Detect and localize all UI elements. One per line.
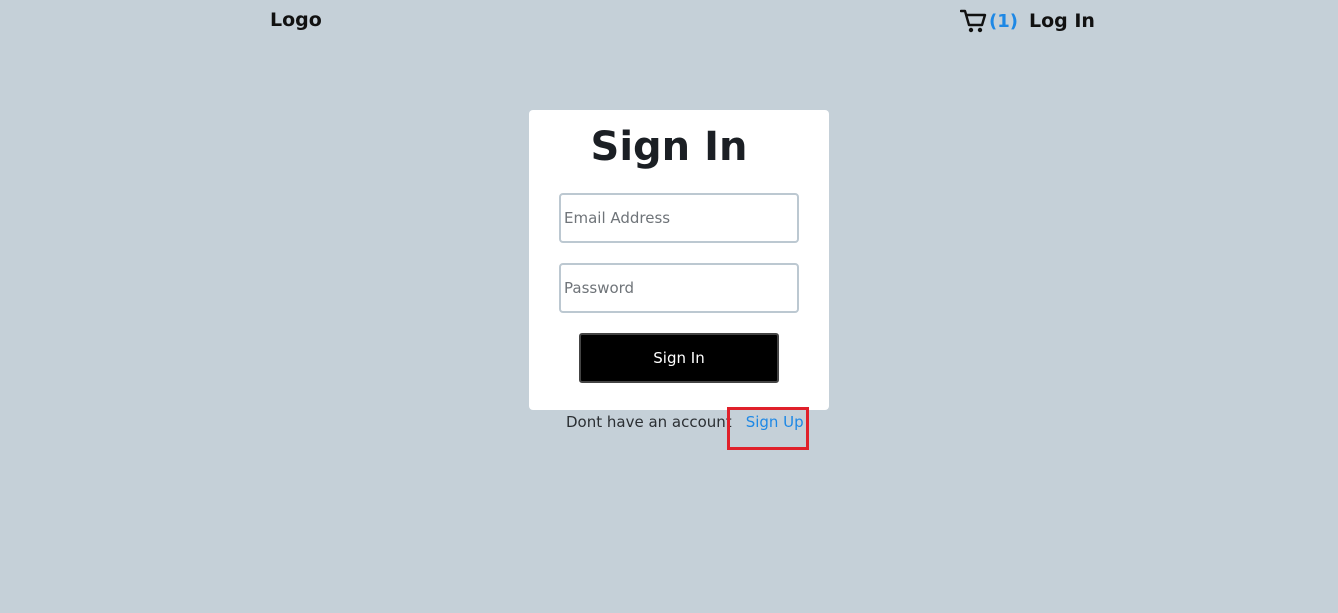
signup-link[interactable]: Sign Up	[746, 413, 804, 431]
cart-icon	[960, 9, 987, 33]
cart-count: (1)	[989, 10, 1018, 32]
email-field[interactable]	[559, 193, 799, 243]
login-link[interactable]: Log In	[1029, 10, 1095, 32]
header-actions: (1) Log In	[960, 8, 1095, 34]
page-title: Sign In	[590, 124, 748, 170]
signup-prompt-text: Dont have an account	[566, 413, 732, 431]
cart-button[interactable]: (1)	[960, 8, 1018, 34]
signup-prompt-row: Dont have an account Sign Up	[566, 413, 804, 431]
signin-button[interactable]: Sign In	[579, 333, 779, 383]
site-header: Logo (1) Log In	[0, 0, 1338, 44]
logo[interactable]: Logo	[270, 9, 322, 31]
password-field[interactable]	[559, 263, 799, 313]
